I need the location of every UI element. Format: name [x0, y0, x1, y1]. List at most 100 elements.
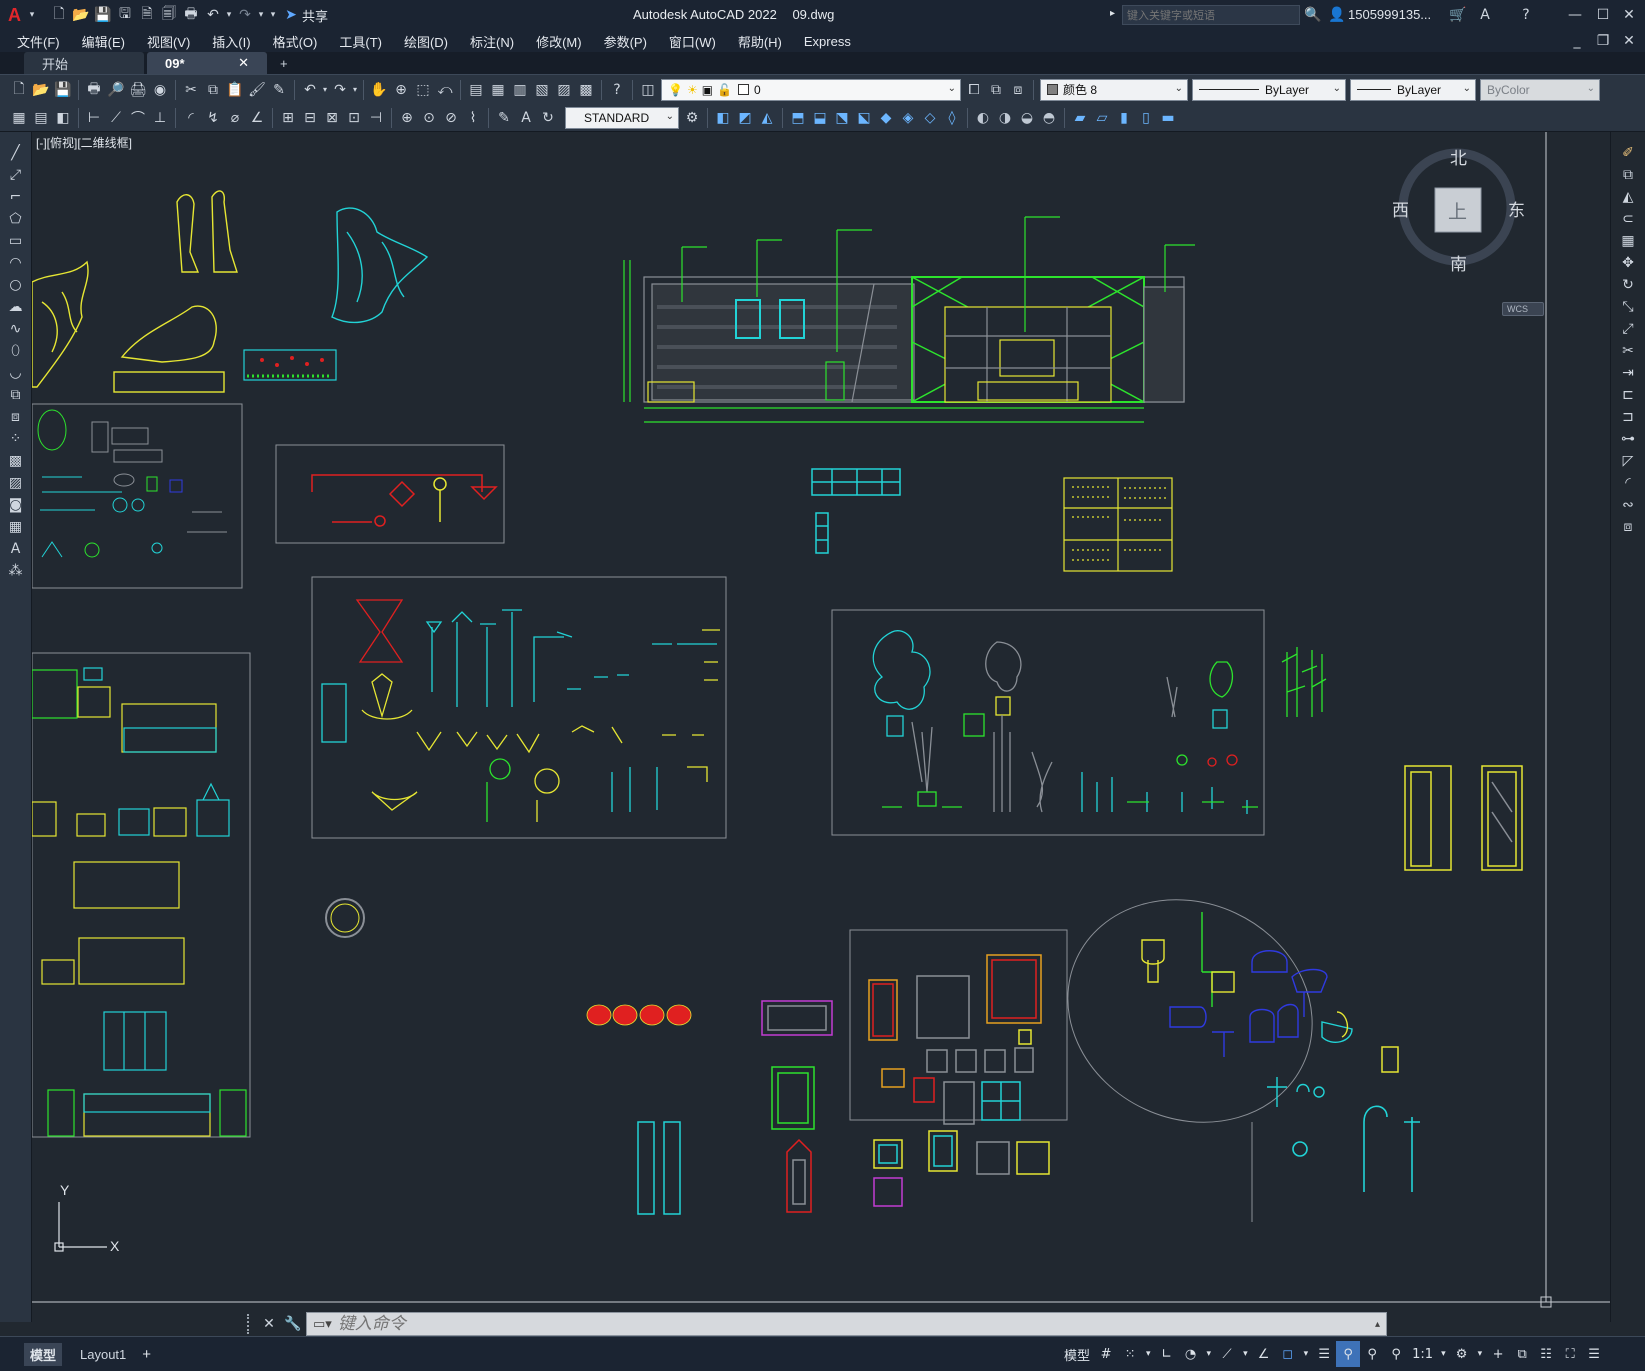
arc-length-icon[interactable]: ⌒ — [127, 107, 149, 129]
menu-window[interactable]: 窗口(W) — [658, 32, 727, 51]
subtract-icon[interactable]: ◇ — [919, 107, 941, 129]
publish-icon[interactable]: 🖨 — [127, 79, 149, 101]
pan-icon[interactable]: ✋ — [368, 79, 390, 101]
layout-tab-model[interactable]: 模型 — [24, 1342, 63, 1366]
viewcube-south[interactable]: 南 — [1450, 250, 1467, 275]
array-icon[interactable]: ▦ — [1617, 230, 1639, 252]
open-file-icon[interactable]: 📂 — [70, 4, 92, 26]
customization-icon[interactable]: ☰ — [1582, 1341, 1606, 1367]
insert-block-icon[interactable]: ⧉ — [5, 384, 27, 406]
table-icon[interactable]: ▦ — [5, 516, 27, 538]
autodesk-app-icon[interactable]: A — [1474, 4, 1496, 26]
layer-on-icon[interactable]: 💡 — [668, 83, 683, 97]
intersect-icon[interactable]: ◊ — [941, 107, 963, 129]
radius-dim-icon[interactable]: ◜ — [180, 107, 202, 129]
command-line-grip[interactable] — [247, 1314, 253, 1334]
search-icon[interactable]: 🔍 — [1302, 4, 1324, 26]
material-icon[interactable]: ◓ — [1038, 107, 1060, 129]
extend-icon[interactable]: ⇥ — [1617, 362, 1639, 384]
markup-icon[interactable]: ▨ — [553, 79, 575, 101]
inspection-icon[interactable]: ⊘ — [440, 107, 462, 129]
gradient-icon[interactable]: ▨ — [5, 472, 27, 494]
polyline-icon[interactable]: ⌐ — [5, 186, 27, 208]
zoom-window-icon[interactable]: ⬚ — [412, 79, 434, 101]
properties-icon[interactable]: ▤ — [465, 79, 487, 101]
zoom-realtime-icon[interactable]: ⊕ — [390, 79, 412, 101]
multiline-text-icon[interactable]: A — [5, 538, 27, 560]
redo-icon[interactable]: ↷ — [329, 79, 351, 101]
sweep-icon[interactable]: ⬔ — [831, 107, 853, 129]
quick-access-dropdown-icon[interactable]: ▾ — [266, 4, 280, 26]
diameter-dim-icon[interactable]: ⌀ — [224, 107, 246, 129]
user-icon[interactable]: 👤 — [1326, 4, 1348, 26]
center-mark-icon[interactable]: ⊙ — [418, 107, 440, 129]
cut-icon[interactable]: ✂ — [180, 79, 202, 101]
redo-dropdown-icon[interactable]: ▾ — [256, 4, 266, 26]
tab-drawing[interactable]: 09* ✕ — [147, 52, 267, 74]
menu-draw[interactable]: 绘图(D) — [393, 32, 459, 51]
help-icon[interactable]: ? — [606, 79, 628, 101]
jogged-dim-icon[interactable]: ↯ — [202, 107, 224, 129]
copy-object-icon[interactable]: ⧉ — [1617, 164, 1639, 186]
doc-restore-icon[interactable]: ❐ — [1592, 30, 1614, 52]
spline-icon[interactable]: ∿ — [5, 318, 27, 340]
units-icon[interactable]: ⧉ — [1510, 1341, 1534, 1367]
sheet-set-icon[interactable]: ▧ — [531, 79, 553, 101]
zoom-previous-icon[interactable]: ⤺ — [434, 79, 456, 101]
construction-line-icon[interactable]: ⤢ — [5, 164, 27, 186]
menu-tools[interactable]: 工具(T) — [328, 32, 393, 51]
render-icon[interactable]: ◑ — [994, 107, 1016, 129]
command-customize-icon[interactable]: 🔧 — [282, 1313, 304, 1335]
undo-icon[interactable]: ↶ — [202, 4, 224, 26]
annotation-scale-value[interactable]: 1:1 — [1408, 1341, 1437, 1367]
command-prompt-icon[interactable]: ▭▾ — [313, 1317, 332, 1332]
solid-cone-icon[interactable]: ◭ — [756, 107, 778, 129]
interfere-icon[interactable]: ▯ — [1135, 107, 1157, 129]
explode-icon[interactable]: ⧈ — [1617, 516, 1639, 538]
quick-properties-icon[interactable]: ☷ — [1534, 1341, 1558, 1367]
dim-text-edit-icon[interactable]: A — [515, 107, 537, 129]
viewcube-east[interactable]: 东 — [1508, 196, 1525, 221]
scale-icon[interactable]: ⤡ — [1617, 296, 1639, 318]
color-dropdown[interactable]: 颜色 8 ⌄ — [1040, 78, 1188, 101]
new-file-icon[interactable]: 🗋 — [48, 4, 70, 26]
design-center-icon[interactable]: ◉ — [149, 79, 171, 101]
autocad-logo-icon[interactable]: A — [8, 5, 26, 26]
continue-dim-icon[interactable]: ⊠ — [321, 107, 343, 129]
block-editor-icon[interactable]: ✎ — [268, 79, 290, 101]
share-button[interactable]: 共享 — [302, 6, 328, 25]
trim-icon[interactable]: ✂ — [1617, 340, 1639, 362]
menu-format[interactable]: 格式(O) — [262, 32, 329, 51]
clean-screen-icon[interactable]: ⛶ — [1558, 1341, 1582, 1367]
mirror-icon[interactable]: ◭ — [1617, 186, 1639, 208]
open-icon[interactable]: 📂 — [30, 79, 52, 101]
point-icon[interactable]: ⁘ — [5, 428, 27, 450]
match-properties-icon[interactable]: 🖌 — [246, 79, 268, 101]
copy-icon[interactable]: ⧉ — [202, 79, 224, 101]
polar-dropdown-icon[interactable]: ▾ — [1203, 1341, 1216, 1367]
dimstyle-dropdown[interactable]: STANDARD ⌄ — [565, 106, 679, 129]
new-tab-button[interactable]: + — [270, 52, 298, 74]
dimstyle-manager-icon[interactable]: ⚙ — [681, 107, 703, 129]
annotation-scale-icon[interactable]: ⚲ — [1384, 1341, 1408, 1367]
search-expand-icon[interactable]: ▸ — [1110, 8, 1115, 19]
object-snap-icon[interactable]: ◻ — [1276, 1341, 1300, 1367]
offset-icon[interactable]: ⊂ — [1617, 208, 1639, 230]
ellipse-icon[interactable]: ⬯ — [5, 340, 27, 362]
dim-space-icon[interactable]: ⊡ — [343, 107, 365, 129]
polygon-icon[interactable]: ⬠ — [5, 208, 27, 230]
menu-dimension[interactable]: 标注(N) — [459, 32, 525, 51]
loft-icon[interactable]: ◆ — [875, 107, 897, 129]
make-current-layer-icon[interactable]: ⧠ — [963, 79, 985, 101]
solid-box-icon[interactable]: ◧ — [712, 107, 734, 129]
search-input[interactable] — [1122, 5, 1300, 25]
print-icon[interactable]: 🖶 — [180, 4, 202, 26]
workspace-dropdown-icon[interactable]: ▾ — [1474, 1341, 1487, 1367]
region-icon[interactable]: ◙ — [5, 494, 27, 516]
ellipse-arc-icon[interactable]: ◡ — [5, 362, 27, 384]
help-icon[interactable]: ? — [1515, 4, 1537, 26]
extrude-icon[interactable]: ⬒ — [787, 107, 809, 129]
doc-close-icon[interactable]: ✕ — [1618, 30, 1640, 52]
command-line[interactable]: ▭▾ ▴ — [306, 1312, 1387, 1336]
plot-icon[interactable]: 🖶 — [83, 79, 105, 101]
